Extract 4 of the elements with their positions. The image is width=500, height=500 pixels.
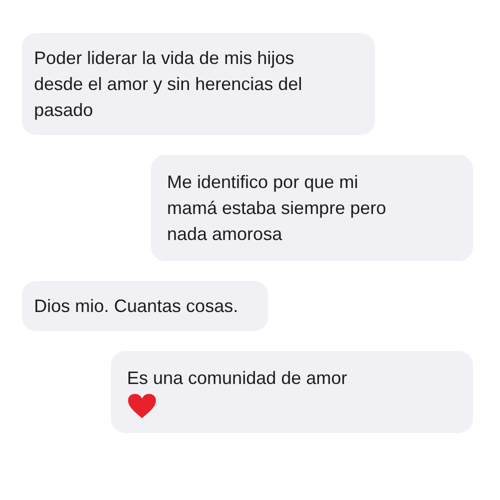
- message-text: Es una comunidad de amor: [127, 367, 348, 390]
- message-text: Dios mio. Cuantas cosas.: [34, 295, 238, 318]
- message-text: Poder liderar la vida de mis hijos desde el amor y sin herencias del pasado: [34, 47, 304, 122]
- message-text: Me identifico por que mi mamá estaba siempre pero nada amorosa: [167, 171, 388, 246]
